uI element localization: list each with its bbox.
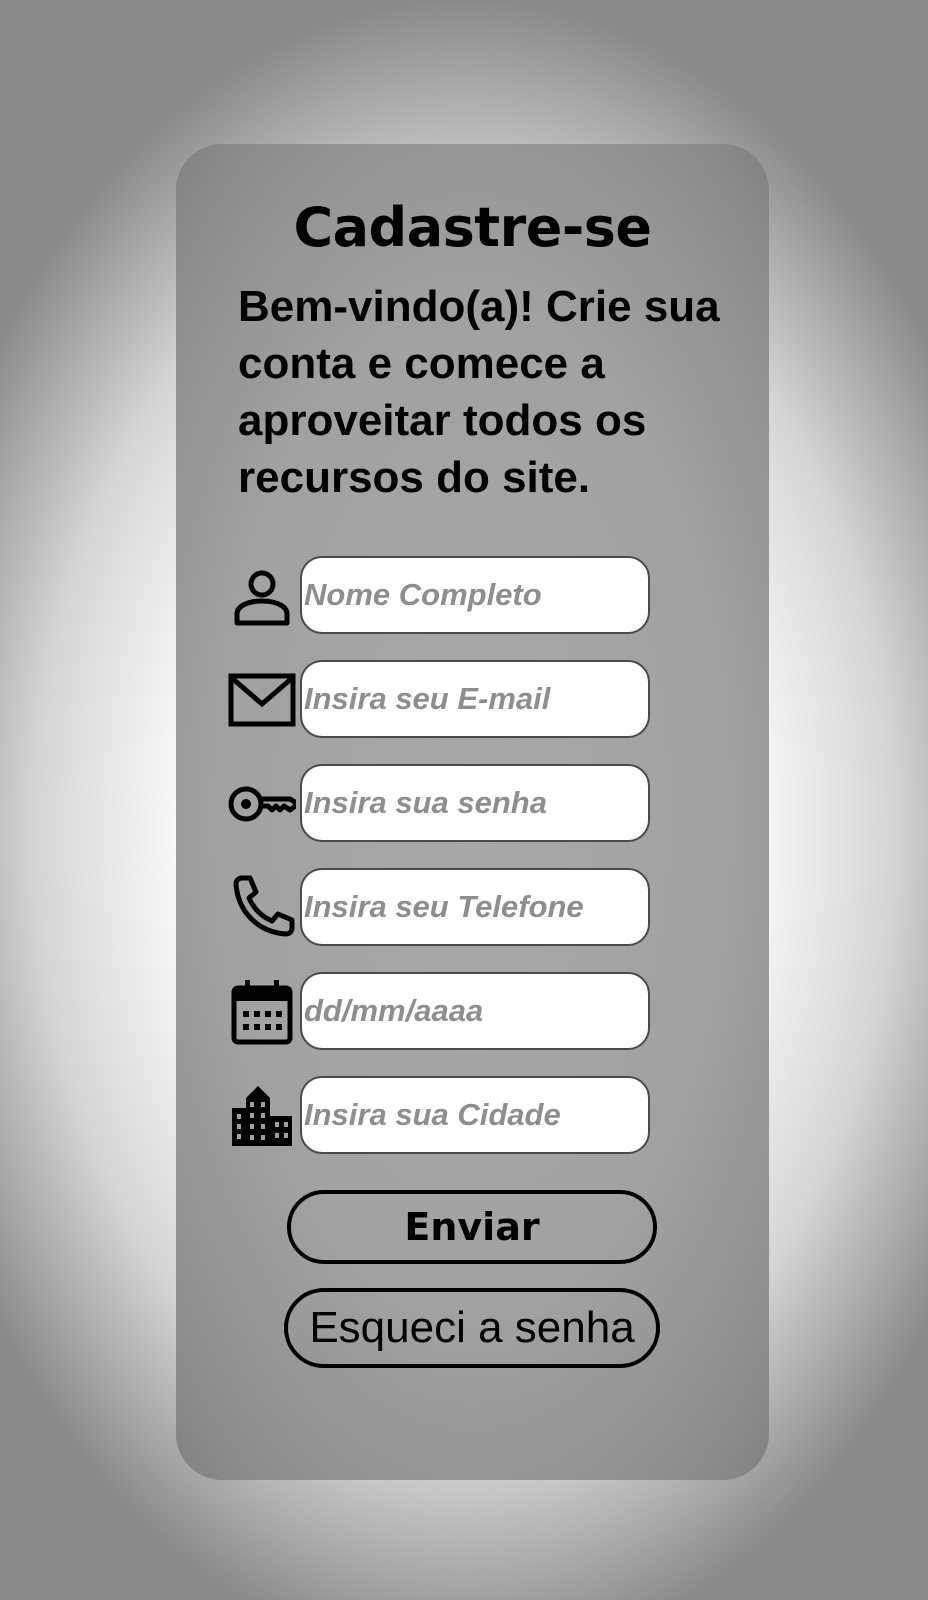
submit-button[interactable]: Enviar [287, 1190, 657, 1264]
birthdate-row [228, 972, 658, 1052]
page-title: Cadastre-se [293, 196, 652, 259]
birthdate-input[interactable] [300, 972, 650, 1050]
phone-input[interactable] [300, 868, 650, 946]
city-input[interactable] [300, 1076, 650, 1154]
phone-icon [228, 874, 296, 942]
welcome-text: Bem-vindo(a)! Crie sua conta e comece a … [238, 282, 720, 502]
signup-card: Cadastre-se Bem-vindo(a)! Crie sua conta… [176, 144, 769, 1480]
key-icon [228, 770, 296, 838]
email-row [228, 660, 658, 740]
password-input[interactable] [300, 764, 650, 842]
password-row [228, 764, 658, 844]
name-row [228, 556, 658, 636]
person-icon [228, 562, 296, 630]
phone-row [228, 868, 658, 948]
full-name-input[interactable] [300, 556, 650, 634]
email-input[interactable] [300, 660, 650, 738]
city-icon [228, 1082, 296, 1150]
city-row [228, 1076, 658, 1156]
forgot-password-button[interactable]: Esqueci a senha [284, 1288, 660, 1368]
calendar-icon [228, 978, 296, 1046]
mail-icon [228, 666, 296, 734]
